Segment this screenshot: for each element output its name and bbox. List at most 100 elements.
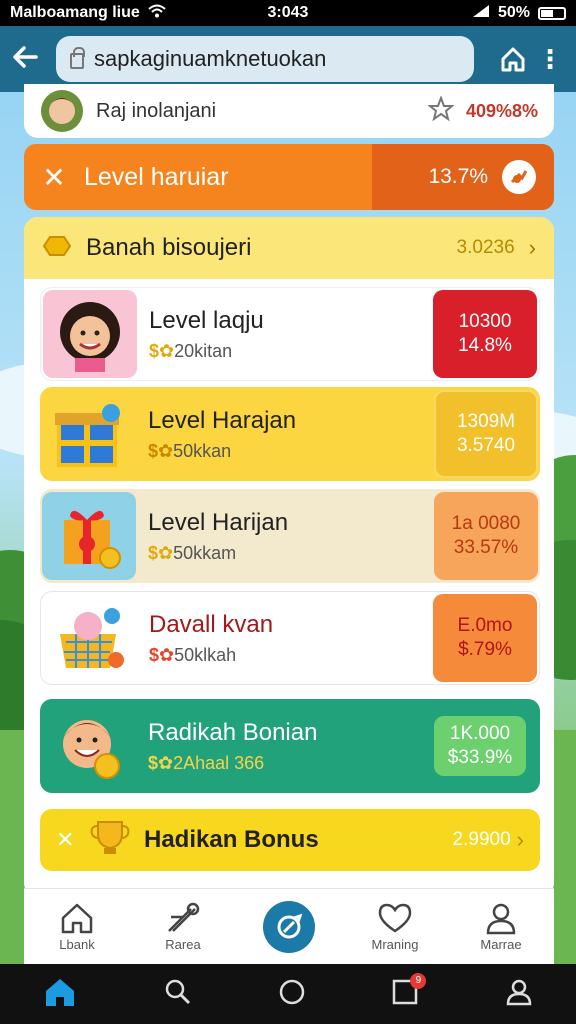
row-value-2: 3.5740	[456, 435, 516, 456]
level-row[interactable]: Davall kvan $✿50klkah E.0mo $.79%	[40, 591, 540, 685]
star-icon	[427, 94, 455, 127]
coin-icon: $✿	[148, 752, 174, 773]
banner-value: 13.7%	[428, 165, 488, 188]
close-icon[interactable]: ✕	[24, 161, 84, 194]
bonus-bar[interactable]: ✕ Hadikan Bonus 2.9900 ›	[40, 809, 540, 871]
signal-icon	[472, 4, 490, 23]
boy-avatar-icon	[42, 702, 136, 790]
coin-icon: $✿	[149, 340, 175, 361]
levels-card-header[interactable]: Banah bisoujeri 3.0236 ›	[24, 217, 554, 279]
row-value-1: 1K.000	[449, 723, 511, 745]
row-title: Davall kvan	[149, 610, 274, 638]
present-icon	[42, 492, 136, 580]
nav-center[interactable]	[244, 900, 334, 953]
row-subtitle-wrap: $✿50kkan	[148, 441, 434, 462]
home-outline-icon	[61, 903, 93, 934]
badge-icon[interactable]	[502, 160, 536, 194]
gift-box-icon	[42, 390, 136, 478]
app-bottom-nav: Lbank Rarea Mraning Marrae	[24, 888, 554, 964]
battery-icon	[538, 6, 566, 20]
profile-name: Raj inolanjani	[96, 99, 217, 122]
row-subtitle-wrap: $✿50klkah	[149, 645, 433, 666]
row-value-box[interactable]: 1a 0080 33.57%	[434, 492, 538, 580]
nav-marrae[interactable]: Marrae	[456, 901, 546, 952]
system-home-icon[interactable]	[43, 976, 77, 1013]
level-banner[interactable]: ✕ Level haruiar 13.7%	[24, 144, 554, 210]
levels-card: Banah bisoujeri 3.0236 › Level laqju $✿2…	[24, 217, 554, 897]
home-icon[interactable]	[490, 36, 536, 82]
row-value-box[interactable]: 10300 14.8%	[433, 290, 537, 378]
coin-icon: $✿	[148, 542, 174, 563]
back-arrow-icon[interactable]	[12, 43, 56, 75]
row-value-box[interactable]: E.0mo $.79%	[433, 594, 537, 682]
row-title: Level Harajan	[148, 406, 297, 434]
address-bar[interactable]: sapkaginuamknetuokan	[56, 36, 474, 82]
lock-icon	[70, 47, 85, 69]
browser-toolbar: sapkaginuamknetuokan ⋮	[0, 26, 576, 92]
banner-title: Level haruiar	[84, 162, 229, 191]
row-value-2: $33.9%	[447, 747, 513, 768]
girl-avatar-icon	[43, 290, 137, 378]
row-subtitle: 50klkah	[174, 644, 237, 665]
profile-summary-card[interactable]: Raj inolanjani 409%8%	[24, 84, 554, 138]
system-profile-icon[interactable]	[505, 978, 533, 1011]
row-subtitle-wrap: $✿50kkam	[148, 543, 434, 564]
row-subtitle: 20kitan	[174, 340, 233, 361]
profile-percent: 409%8%	[465, 100, 538, 121]
wifi-icon	[148, 4, 166, 23]
row-title: Level laqju	[149, 306, 264, 334]
ruler-compass-icon	[168, 902, 200, 932]
row-title: Radikah Bonian	[148, 718, 318, 746]
coin-icon: $✿	[149, 644, 175, 665]
row-value-box[interactable]: 1309M 3.5740	[434, 390, 538, 478]
system-square-icon[interactable]: 9	[392, 972, 427, 1010]
row-subtitle-wrap: $✿2Ahaal 366	[148, 753, 434, 774]
system-nav-bar: 9	[0, 964, 576, 1024]
row-value-1: 10300	[458, 311, 512, 333]
heart-chat-icon	[378, 903, 412, 933]
url-text: sapkaginuamknetuokan	[94, 46, 327, 71]
row-value-2: 33.57%	[453, 537, 519, 558]
row-value-2: $.79%	[458, 639, 512, 660]
row-value-1: 1309M	[456, 411, 516, 433]
row-value-1: 1a 0080	[451, 513, 521, 535]
row-subtitle: 2Ahaal 366	[173, 752, 265, 773]
bonus-value: 2.9900	[452, 829, 511, 850]
level-row[interactable]: Level laqju $✿20kitan 10300 14.8%	[40, 287, 540, 381]
levels-card-title: Banah bisoujeri	[86, 234, 252, 261]
nav-label: Marrae	[480, 937, 522, 952]
basket-icon	[43, 594, 137, 682]
row-subtitle: 50kkam	[173, 542, 237, 563]
row-subtitle: 50kkan	[173, 440, 232, 461]
tag-icon	[42, 235, 72, 262]
close-icon[interactable]: ✕	[56, 827, 82, 853]
row-subtitle-wrap: $✿20kitan	[149, 341, 433, 362]
levels-card-value: 3.0236	[456, 237, 515, 258]
status-bar: Malboamang liue 3:043 50%	[0, 0, 576, 26]
profile-icon	[486, 903, 516, 935]
nav-label: Rarea	[165, 937, 201, 952]
level-row[interactable]: Radikah Bonian $✿2Ahaal 366 1K.000 $33.9…	[40, 699, 540, 793]
system-search-icon[interactable]	[164, 978, 192, 1011]
row-value-1: E.0mo	[457, 615, 513, 637]
trophy-icon	[88, 818, 132, 863]
nav-bank[interactable]: Lbank	[32, 901, 122, 952]
nav-label: Lbank	[59, 937, 95, 952]
level-row[interactable]: Level Harajan $✿50kkan 1309M 3.5740	[40, 387, 540, 481]
overflow-menu-icon[interactable]: ⋮	[536, 44, 564, 75]
nav-rarea[interactable]: Rarea	[138, 901, 228, 952]
chevron-right-icon: ›	[516, 827, 524, 852]
nav-label: Mraning	[371, 937, 419, 952]
battery-percent: 50%	[497, 4, 530, 21]
carrier-label: Malboamang liue	[10, 4, 140, 21]
coin-icon: $✿	[148, 440, 174, 461]
system-circle-icon[interactable]	[278, 978, 306, 1011]
nav-mraning[interactable]: Mraning	[350, 901, 440, 952]
row-value-box[interactable]: 1K.000 $33.9%	[434, 716, 526, 776]
avatar	[41, 90, 83, 132]
refresh-center-icon	[263, 900, 315, 953]
chevron-right-icon: ›	[528, 235, 536, 260]
row-title: Level Harijan	[148, 508, 289, 536]
level-row[interactable]: Level Harijan $✿50kkam 1a 0080 33.57%	[40, 489, 540, 583]
notification-badge: 9	[410, 972, 427, 989]
